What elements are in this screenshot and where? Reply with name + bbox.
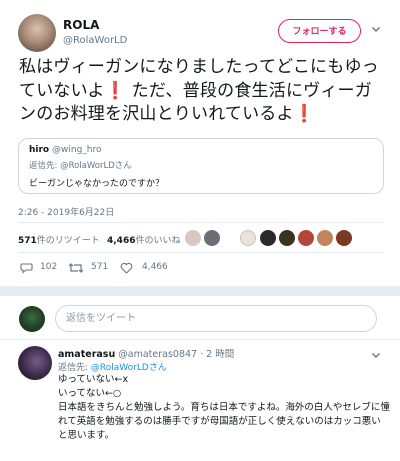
reply-author-name[interactable]: amaterasu xyxy=(58,349,115,360)
retweets-count: 571 xyxy=(18,236,37,246)
author-name[interactable]: ROLA xyxy=(63,18,99,32)
divider xyxy=(18,222,384,223)
liker-avatar[interactable] xyxy=(240,230,256,246)
reply-input[interactable]: 返信をツイート xyxy=(55,305,377,332)
liker-avatar[interactable] xyxy=(260,230,276,246)
reply-author-avatar[interactable] xyxy=(18,346,52,380)
reply-to-link[interactable]: @RolaWorLDさん xyxy=(91,363,167,373)
author-avatar[interactable] xyxy=(18,14,56,52)
reply-time[interactable]: · 2 時間 xyxy=(200,349,234,360)
reply-header: amaterasu @amateras0847 · 2 時間 xyxy=(58,346,234,360)
quoted-author-name: hiro xyxy=(29,145,50,155)
quoted-author-handle: @wing_hro xyxy=(52,145,102,155)
liker-avatar[interactable] xyxy=(298,230,314,246)
reply-text: ゆっていない←x いってない←○ 日本語をきちんと勉強しよう。育ちは日本ですよね… xyxy=(58,374,390,441)
likes-label: 件のいいね xyxy=(135,236,181,246)
quoted-text: ビーガンじゃなかったのですか？ xyxy=(29,179,165,189)
quoted-author: hiro @wing_hro xyxy=(29,145,102,155)
reply-count[interactable]: 102 xyxy=(40,262,57,272)
likes-count: 4,466 xyxy=(107,236,136,246)
follow-button[interactable]: フォローする xyxy=(278,19,361,43)
tweet-timestamp[interactable]: 2:26 - 2019年6月22日 xyxy=(18,205,114,218)
reply-icon[interactable] xyxy=(20,262,33,274)
reply-context: 返信先: @RolaWorLDさん xyxy=(58,360,167,373)
retweet-icon[interactable] xyxy=(68,262,84,274)
exclamation-mark-1: ❗ xyxy=(104,80,127,101)
heart-icon[interactable] xyxy=(120,262,133,274)
retweets-label: 件のリツイート xyxy=(36,236,100,246)
divider xyxy=(18,252,384,253)
tweet-text: 私はヴィーガンになりましたってどこにもゆっていないよ❗ ただ、普段の食生活にヴィ… xyxy=(19,56,387,127)
author-handle[interactable]: @RolaWorLD xyxy=(63,35,127,46)
likes-stat[interactable]: 4,466件のいいね xyxy=(107,233,180,246)
chevron-down-icon[interactable] xyxy=(371,350,381,360)
chevron-down-icon[interactable] xyxy=(371,24,381,34)
quoted-reply-prefix: 返信先: xyxy=(29,161,58,171)
section-gap xyxy=(0,286,400,296)
reply-author-handle[interactable]: @amateras0847 xyxy=(118,349,197,360)
quoted-reply-context: 返信先: @RolaWorLDさん xyxy=(29,159,132,171)
quoted-tweet[interactable]: hiro @wing_hro 返信先: @RolaWorLDさん ビーガンじゃな… xyxy=(18,138,384,194)
quoted-reply-to: @RolaWorLDさん xyxy=(60,161,132,171)
retweets-stat[interactable]: 571件のリツイート xyxy=(18,233,100,246)
liker-avatar[interactable] xyxy=(317,230,333,246)
liker-avatar[interactable] xyxy=(279,230,295,246)
retweet-count[interactable]: 571 xyxy=(91,262,108,272)
divider xyxy=(0,339,400,340)
reply-context-prefix: 返信先: xyxy=(58,363,89,373)
liker-avatar[interactable] xyxy=(336,230,352,246)
liker-avatar[interactable] xyxy=(204,230,220,246)
like-count[interactable]: 4,466 xyxy=(142,262,168,272)
exclamation-mark-2: ❗ xyxy=(293,104,316,124)
current-user-avatar[interactable] xyxy=(19,306,45,332)
liker-avatar[interactable] xyxy=(185,230,201,246)
